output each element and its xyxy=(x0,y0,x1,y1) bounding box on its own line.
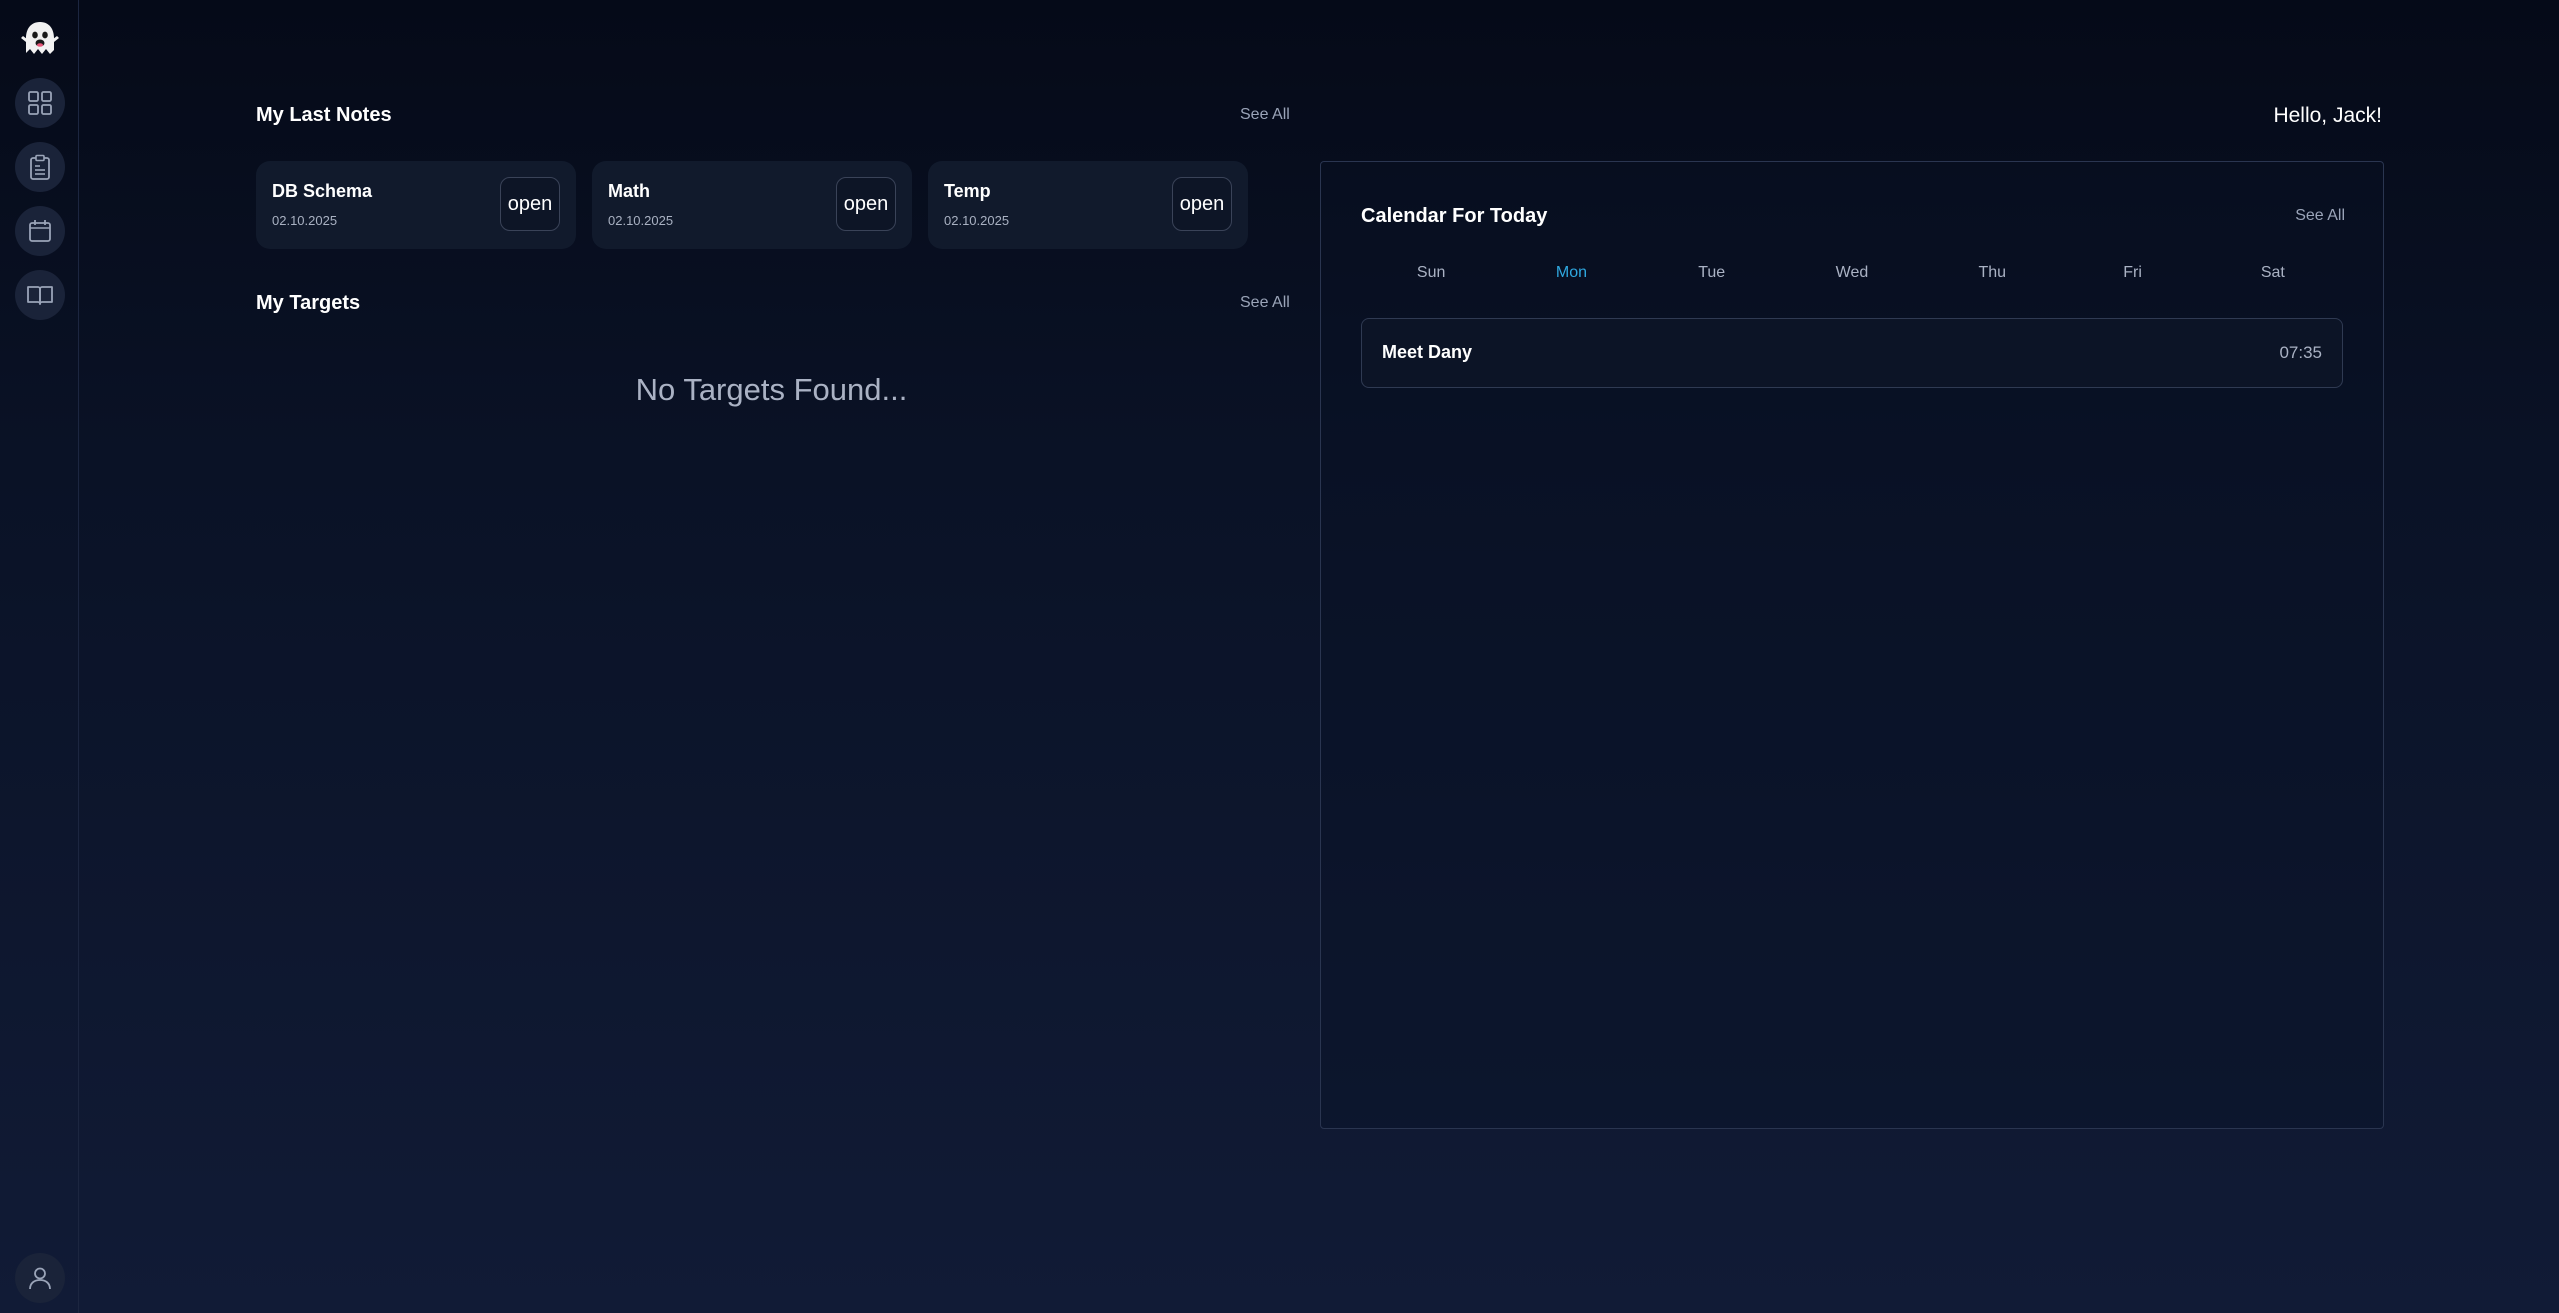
note-card[interactable]: DB Schema 02.10.2025 open xyxy=(256,161,576,249)
event-time: 07:35 xyxy=(2279,343,2322,362)
note-card[interactable]: Temp 02.10.2025 open xyxy=(928,161,1248,249)
open-note-button[interactable]: open xyxy=(500,177,560,231)
weekday-tue[interactable]: Tue xyxy=(1642,264,1782,282)
sidebar-item-notes[interactable] xyxy=(15,142,65,192)
note-card[interactable]: Math 02.10.2025 open xyxy=(592,161,912,249)
sidebar-item-dashboard[interactable] xyxy=(15,78,65,128)
open-note-button[interactable]: open xyxy=(1172,177,1232,231)
user-icon xyxy=(29,1267,51,1290)
book-icon xyxy=(27,286,53,305)
weekday-sat[interactable]: Sat xyxy=(2203,264,2343,282)
targets-see-all-link[interactable]: See All xyxy=(1240,294,1290,312)
weekday-thu[interactable]: Thu xyxy=(1922,264,2062,282)
weekday-selector: Sun Mon Tue Wed Thu Fri Sat xyxy=(1361,264,2343,282)
note-date: 02.10.2025 xyxy=(272,213,338,228)
profile-button[interactable] xyxy=(15,1253,65,1303)
event-name: Meet Dany xyxy=(1382,342,1473,362)
notes-section-title: My Last Notes xyxy=(256,104,392,126)
note-date: 02.10.2025 xyxy=(608,213,674,228)
weekday-fri[interactable]: Fri xyxy=(2062,264,2202,282)
calendar-see-all-link[interactable]: See All xyxy=(2295,207,2345,225)
weekday-sun[interactable]: Sun xyxy=(1361,264,1501,282)
note-title: Temp xyxy=(944,181,991,201)
notes-see-all-link[interactable]: See All xyxy=(1240,106,1290,124)
note-title: DB Schema xyxy=(272,181,373,201)
sidebar-item-calendar[interactable] xyxy=(15,206,65,256)
greeting: Hello, Jack! xyxy=(2273,104,2382,127)
targets-empty-message: No Targets Found... xyxy=(635,372,908,407)
sidebar xyxy=(0,0,79,1313)
ghost-logo-icon[interactable] xyxy=(19,18,61,60)
weekday-wed[interactable]: Wed xyxy=(1782,264,1922,282)
targets-section-title: My Targets xyxy=(256,292,361,314)
grid-icon xyxy=(28,91,52,115)
calendar-event[interactable]: Meet Dany 07:35 xyxy=(1361,318,2343,388)
note-title: Math xyxy=(608,181,650,201)
calendar-panel: Calendar For Today See All Sun Mon Tue W… xyxy=(1320,161,2384,1129)
note-date: 02.10.2025 xyxy=(944,213,1010,228)
calendar-icon xyxy=(29,220,51,242)
calendar-title: Calendar For Today xyxy=(1361,205,1548,227)
weekday-mon[interactable]: Mon xyxy=(1501,264,1641,282)
sidebar-item-library[interactable] xyxy=(15,270,65,320)
open-note-button[interactable]: open xyxy=(836,177,896,231)
clipboard-icon xyxy=(30,154,50,180)
